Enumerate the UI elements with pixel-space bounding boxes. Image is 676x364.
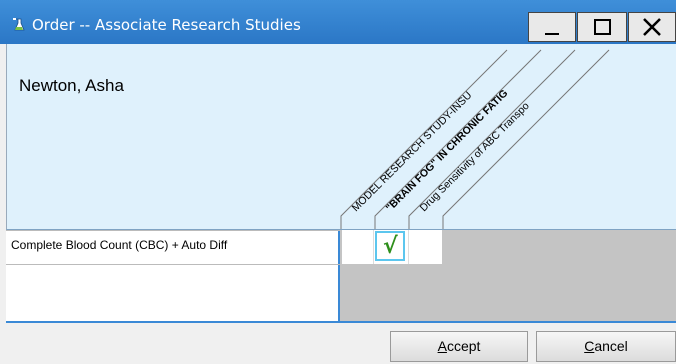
grid-bottom-border <box>6 321 676 323</box>
accept-button[interactable]: Accept <box>390 331 528 362</box>
checkmark-icon: √ <box>383 234 398 259</box>
selected-cell-highlight: √ <box>375 231 405 261</box>
association-cell-study-3[interactable] <box>408 230 442 264</box>
association-cell-study-1[interactable] <box>342 230 374 264</box>
order-grid: Complete Blood Count (CBC) + Auto Diff √ <box>6 230 676 322</box>
title-bar[interactable]: Order -- Associate Research Studies <box>0 0 676 44</box>
order-label: Complete Blood Count (CBC) + Auto Diff <box>11 238 228 252</box>
association-cell-study-2[interactable]: √ <box>374 230 408 264</box>
maximize-button[interactable] <box>577 12 627 42</box>
study-column-1[interactable]: MODEL RESEARCH STUDY-INSU <box>350 89 475 214</box>
study-column-2[interactable]: "BRAIN FOG" IN CHRONIC FATIG <box>384 87 511 214</box>
order-dialog: Order -- Associate Research Studies Newt… <box>0 0 676 364</box>
cancel-mnemonic: C <box>584 338 595 354</box>
minimize-button[interactable] <box>528 12 576 42</box>
cancel-button[interactable]: Cancel <box>536 331 676 362</box>
flask-icon <box>13 18 25 31</box>
window-title: Order -- Associate Research Studies <box>32 16 301 34</box>
minimize-icon <box>545 33 559 35</box>
header-pane: Newton, Asha MODEL RESEARCH STUDY-INSU "… <box>6 44 676 230</box>
maximize-icon <box>594 19 611 35</box>
row-divider <box>6 264 340 265</box>
close-button[interactable] <box>628 12 676 42</box>
accept-mnemonic: A <box>437 338 447 354</box>
study-column-headers: MODEL RESEARCH STUDY-INSU "BRAIN FOG" IN… <box>340 49 610 229</box>
cancel-label: ancel <box>594 338 628 354</box>
study-grid: √ <box>340 230 676 322</box>
close-icon <box>643 18 661 36</box>
order-list: Complete Blood Count (CBC) + Auto Diff <box>6 230 340 322</box>
accept-label: ccept <box>446 338 481 354</box>
row-divider <box>6 230 340 231</box>
